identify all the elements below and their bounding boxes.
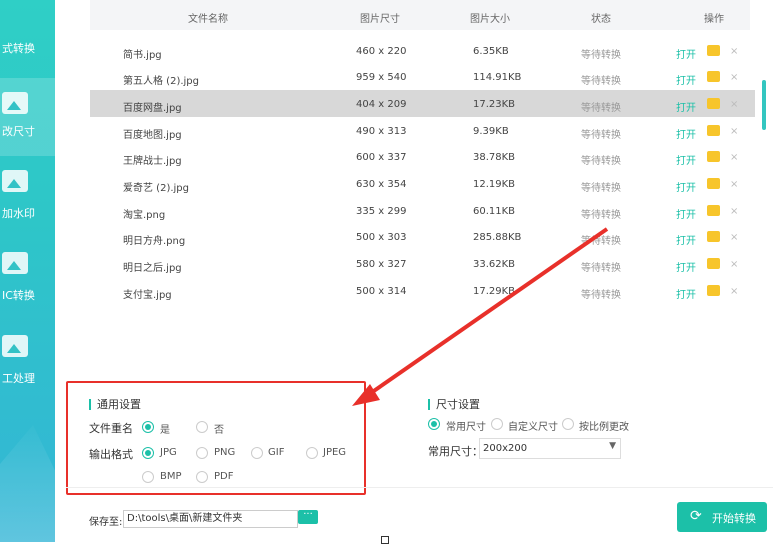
save-path-input[interactable]: D:\tools\桌面\新建文件夹	[123, 510, 298, 528]
text-cursor-icon	[381, 536, 389, 544]
footer-divider	[66, 487, 773, 488]
refresh-icon: ⟳	[690, 508, 702, 524]
save-to-label: 保存至:	[89, 517, 123, 528]
start-convert-label: 开始转换	[712, 512, 756, 525]
browse-button[interactable]: ···	[298, 510, 318, 524]
start-convert-button[interactable]: ⟳ 开始转换	[677, 502, 767, 532]
annotation-arrow	[352, 227, 609, 406]
